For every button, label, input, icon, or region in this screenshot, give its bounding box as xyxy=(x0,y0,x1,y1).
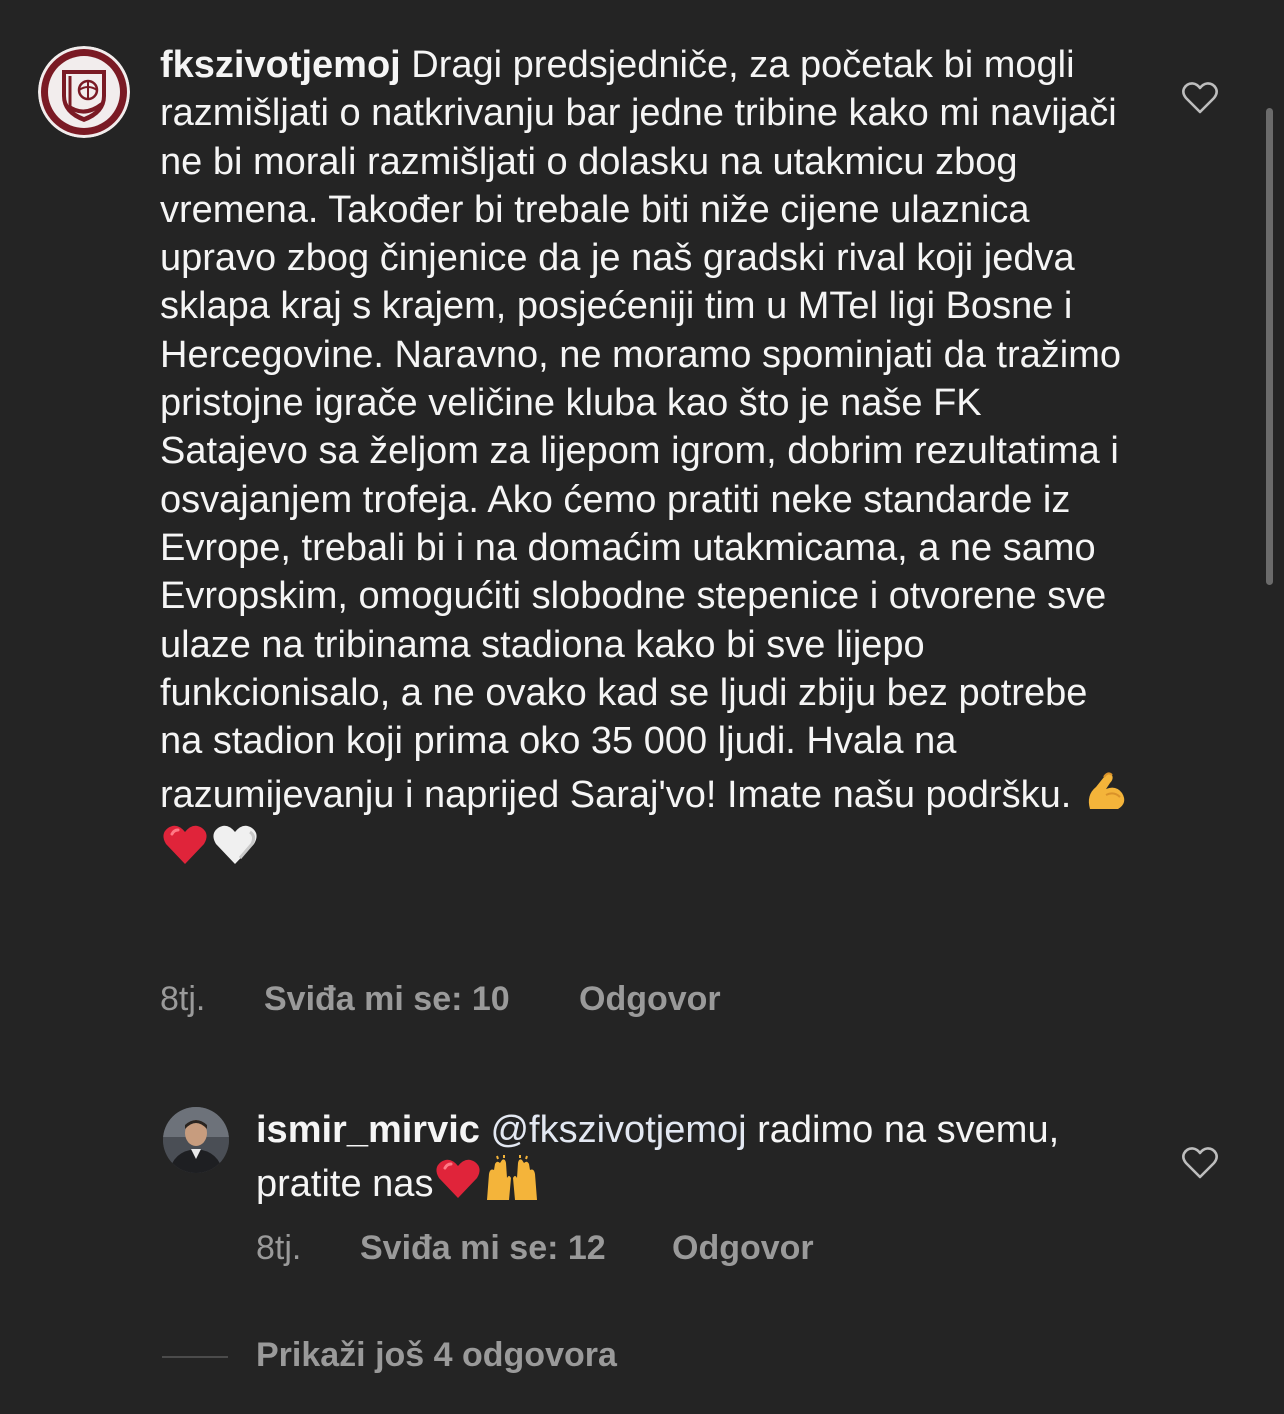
comment-2-body: ismir_mirvic @fkszivotjemoj radimo na sv… xyxy=(256,1106,1156,1209)
comment-1-time: 8tj. xyxy=(160,980,206,1018)
view-more-divider xyxy=(162,1356,228,1358)
like-heart-icon[interactable] xyxy=(1181,1146,1219,1180)
white-heart-icon xyxy=(213,825,257,864)
comment-1-meta: 8tj. Sviđa mi se: 10 Odgovor xyxy=(160,980,860,1020)
comment-2-time: 8tj. xyxy=(256,1229,302,1267)
comment-2-likes-button[interactable]: Sviđa mi se: 12 xyxy=(360,1229,606,1268)
profile-photo-icon xyxy=(163,1107,229,1173)
red-heart-icon xyxy=(163,825,207,864)
comment-2-username[interactable]: ismir_mirvic xyxy=(256,1109,480,1151)
comment-1-text: Dragi predsjedniče, za početak bi mogli … xyxy=(160,44,1121,817)
red-heart-icon xyxy=(436,1160,481,1199)
comment-2-mention[interactable]: @fkszivotjemoj xyxy=(490,1109,746,1151)
like-heart-icon[interactable] xyxy=(1181,81,1219,115)
comment-1: fkszivotjemoj Dragi predsjedniče, za poč… xyxy=(160,41,1140,874)
fk-sarajevo-crest-icon xyxy=(38,46,130,138)
comment-1-reply-button[interactable]: Odgovor xyxy=(579,980,721,1019)
comment-1-body: fkszivotjemoj Dragi predsjedniče, za poč… xyxy=(160,41,1140,874)
comment-1-username[interactable]: fkszivotjemoj xyxy=(160,44,401,86)
avatar-fkszivotjemoj[interactable] xyxy=(38,46,130,138)
raising-hands-icon xyxy=(487,1155,538,1201)
comment-2-meta: 8tj. Sviđa mi se: 12 Odgovor xyxy=(256,1229,956,1269)
comment-1-likes-button[interactable]: Sviđa mi se: 10 xyxy=(264,980,510,1019)
avatar-ismir-mirvic[interactable] xyxy=(163,1107,229,1173)
comment-2: ismir_mirvic @fkszivotjemoj radimo na sv… xyxy=(256,1106,1156,1209)
scrollbar[interactable] xyxy=(1266,108,1273,585)
comment-2-reply-button[interactable]: Odgovor xyxy=(672,1229,814,1268)
flexed-biceps-icon xyxy=(1088,772,1125,810)
view-more-replies-button[interactable]: Prikaži još 4 odgovora xyxy=(256,1336,617,1375)
